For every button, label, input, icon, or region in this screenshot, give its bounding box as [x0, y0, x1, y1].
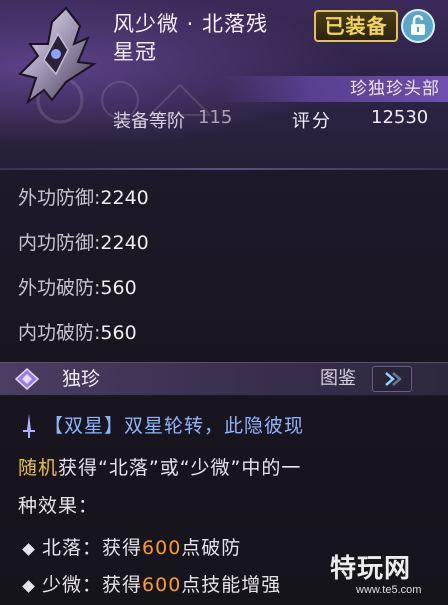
effect-option: 北落：获得600点破防 [42, 534, 342, 562]
rarity-banner: 珍独珍头部 [220, 76, 448, 102]
score-label: 评分 [292, 111, 332, 132]
equip-level-value: 115 [198, 107, 233, 128]
option-name: 少微： [42, 574, 103, 596]
effect-bracket-open: 【 [44, 415, 65, 437]
effect-bracket-close: 】 [104, 415, 125, 437]
option-number: 600 [142, 537, 182, 559]
option-number: 600 [142, 574, 182, 596]
option-post: 点技能增强 [181, 574, 282, 596]
equipped-badge: 已装备 [314, 10, 398, 42]
unique-section-bar: 独珍 图鉴 [0, 362, 448, 396]
lock-icon[interactable] [400, 8, 436, 44]
crown-helmet-icon [18, 6, 97, 105]
stat-row: 外功破防:560 [18, 273, 318, 300]
effect-name: 双星 [64, 415, 105, 437]
score-value: 12530 [371, 107, 429, 128]
option-name: 北落： [42, 537, 103, 559]
arrow-right-icon [385, 372, 402, 386]
item-header: 风少微 · 北落残 星冠 已装备 珍独珍头部 装备等阶 115 评分 12530 [0, 0, 448, 170]
effect-description: 双星轮转，此隐彼现 [124, 415, 305, 437]
option-pre: 获得 [102, 537, 143, 559]
unique-gem-icon [14, 367, 40, 391]
stat-label: 外功防御: [18, 187, 101, 209]
effect-title-line: 【双星】双星轮转，此隐彼现 [44, 412, 444, 440]
rarity-slot-label: 珍独珍头部 [350, 79, 440, 99]
dagger-icon [23, 414, 35, 438]
effect-option: 少微：获得600点技能增强 [42, 571, 362, 599]
item-name-line2: 星冠 [113, 40, 157, 64]
section-title: 独珍 [62, 368, 101, 390]
stat-label: 内功破防: [18, 322, 101, 344]
site-watermark: 特玩网 www.te5.com [330, 548, 442, 602]
item-name: 风少微 · 北落残 星冠 [113, 10, 313, 66]
stat-value: 560 [100, 277, 137, 299]
option-pre: 获得 [102, 574, 143, 596]
stat-row: 内功破防:560 [18, 318, 318, 345]
option-post: 点破防 [181, 537, 242, 559]
stat-row: 外功防御:2240 [18, 183, 318, 210]
effect-line-2: 随机获得“北落”或“少微”中的一 [18, 454, 438, 482]
random-keyword: 随机 [18, 457, 59, 479]
codex-button[interactable] [372, 366, 412, 392]
bullet-icon [22, 543, 35, 556]
site-watermark-text: 特玩网 [330, 554, 412, 584]
stat-value: 2240 [100, 232, 149, 254]
effect-line-3: 种效果： [18, 495, 99, 517]
item-tooltip: 风少微 · 北落残 星冠 已装备 珍独珍头部 装备等阶 115 评分 12530… [0, 0, 448, 605]
effect-line-2-text: 获得“北落”或“少微”中的一 [58, 457, 302, 479]
bullet-icon [22, 580, 35, 593]
codex-label: 图鉴 [320, 368, 356, 389]
stat-value: 2240 [100, 187, 149, 209]
stat-label: 外功破防: [18, 277, 101, 299]
stat-row: 内功防御:2240 [18, 228, 318, 255]
equip-level-label: 装备等阶 [113, 111, 185, 132]
site-watermark-url: www.te5.com [356, 584, 422, 596]
header-divider [0, 168, 448, 170]
item-name-line1: 风少微 · 北落残 [113, 12, 269, 36]
stat-value: 560 [100, 322, 137, 344]
stat-label: 内功防御: [18, 232, 101, 254]
